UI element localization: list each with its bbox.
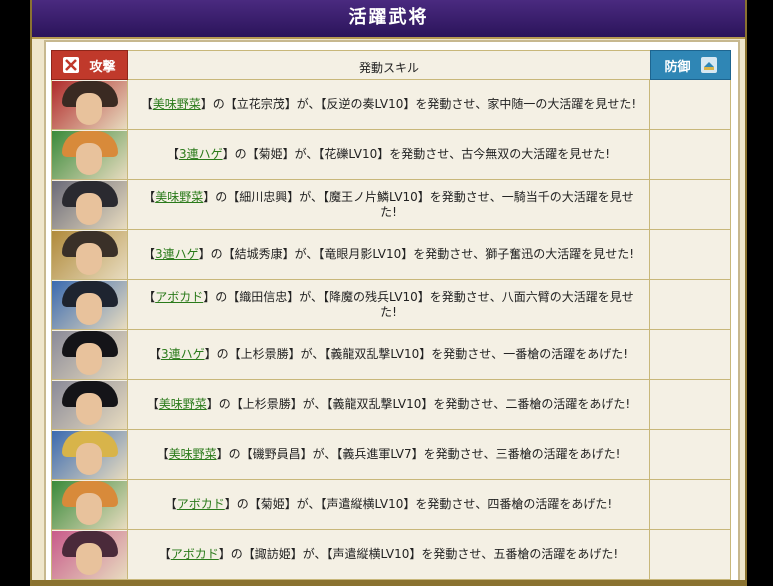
general-portrait-cell	[51, 480, 128, 529]
skill-text: 】の【細川忠興】が、【魔王ノ片鱗LV10】を発動させ、一騎当千の大活躍を見せた!	[203, 189, 634, 219]
skill-text: 】の【菊姫】が、【花礫LV10】を発動させ、古今無双の大活躍を見せた!	[222, 147, 611, 161]
general-portrait-cell	[51, 430, 128, 479]
bracket-open: 【	[143, 189, 156, 204]
bracket-open: 【	[166, 147, 179, 161]
general-portrait-cell	[51, 530, 128, 579]
table-row: 【3連ハゲ】の【結城秀康】が、【竜眼月影LV10】を発動させ、獅子奮迅の大活躍を…	[51, 230, 731, 280]
table-row: 【アボカド】の【諏訪姫】が、【声遣縦横LV10】を発動させ、五番槍の活躍をあげた…	[51, 530, 731, 580]
skill-text: 】の【磯野員昌】が、【義兵進軍LV7】を発動させ、三番槍の活躍をあげた!	[216, 447, 621, 461]
general-portrait[interactable]	[52, 430, 127, 479]
defense-cell	[650, 530, 731, 579]
active-generals-table: 攻撃 発動スキル 防御 【美味野菜】の【立花宗茂】が、【反逆の奏LV10】を発動…	[51, 50, 731, 580]
window-frame: 活躍武将 攻撃 発動スキル 防御 【美味野菜】の【立花宗茂】が、【反逆の奏LV1…	[30, 0, 747, 586]
bracket-open: 【	[156, 447, 169, 461]
table-row: 【3連ハゲ】の【菊姫】が、【花礫LV10】を発動させ、古今無双の大活躍を見せた!	[51, 130, 731, 180]
table-header: 攻撃 発動スキル 防御	[51, 50, 731, 80]
general-portrait[interactable]	[52, 80, 127, 129]
bracket-open: 【	[164, 497, 177, 511]
bracket-open: 【	[143, 289, 156, 304]
skill-text: 】の【上杉景勝】が、【義龍双乱撃LV10】を発動させ、二番槍の活躍をあげた!	[206, 397, 631, 411]
skill-text: 】の【立花宗茂】が、【反逆の奏LV10】を発動させ、家中随一の大活躍を見せた!	[200, 97, 637, 111]
general-portrait[interactable]	[52, 280, 127, 329]
skill-text: 】の【結城秀康】が、【竜眼月影LV10】を発動させ、獅子奮迅の大活躍を見せた!	[198, 247, 635, 261]
table-row: 【美味野菜】の【細川忠興】が、【魔王ノ片鱗LV10】を発動させ、一騎当千の大活躍…	[51, 180, 731, 230]
skill-text: 】の【上杉景勝】が、【義龍双乱撃LV10】を発動させ、一番槍の活躍をあげた!	[204, 347, 629, 361]
bracket-open: 【	[158, 547, 171, 561]
player-link[interactable]: 美味野菜	[153, 97, 201, 111]
attack-header: 攻撃	[51, 50, 128, 80]
skill-header: 発動スキル	[128, 50, 650, 80]
bracket-open: 【	[148, 347, 161, 361]
player-link[interactable]: 3連ハゲ	[179, 147, 223, 161]
skill-description: 【アボカド】の【織田信忠】が、【降魔の残兵LV10】を発動させ、八面六臂の大活躍…	[128, 280, 650, 329]
general-portrait-cell	[51, 330, 128, 379]
swords-icon	[63, 57, 80, 73]
content-panel: 攻撃 発動スキル 防御 【美味野菜】の【立花宗茂】が、【反逆の奏LV10】を発動…	[44, 40, 740, 586]
defense-cell	[650, 330, 731, 379]
bracket-open: 【	[140, 97, 153, 111]
player-link[interactable]: 美味野菜	[159, 397, 207, 411]
player-link[interactable]: アボカド	[171, 547, 219, 561]
window-title: 活躍武将	[32, 0, 745, 39]
general-portrait-cell	[51, 130, 128, 179]
general-portrait-cell	[51, 280, 128, 329]
player-link[interactable]: 美味野菜	[155, 190, 203, 204]
skill-text: 】の【織田信忠】が、【降魔の残兵LV10】を発動させ、八面六臂の大活躍を見せた!	[203, 289, 634, 319]
skill-description: 【アボカド】の【諏訪姫】が、【声遣縦横LV10】を発動させ、五番槍の活躍をあげた…	[128, 530, 650, 579]
defense-label: 防御	[664, 59, 691, 75]
defense-cell	[650, 180, 731, 229]
general-portrait[interactable]	[52, 530, 127, 579]
skill-description: 【アボカド】の【菊姫】が、【声遣縦横LV10】を発動させ、四番槍の活躍をあげた!	[128, 480, 650, 529]
general-portrait[interactable]	[52, 480, 127, 529]
defense-cell	[650, 480, 731, 529]
skill-description: 【美味野菜】の【磯野員昌】が、【義兵進軍LV7】を発動させ、三番槍の活躍をあげた…	[128, 430, 650, 479]
general-portrait[interactable]	[52, 330, 127, 379]
general-portrait-cell	[51, 180, 128, 229]
general-portrait[interactable]	[52, 130, 127, 179]
table-row: 【アボカド】の【織田信忠】が、【降魔の残兵LV10】を発動させ、八面六臂の大活躍…	[51, 280, 731, 330]
shield-icon	[700, 57, 717, 73]
defense-cell	[650, 80, 731, 129]
table-row: 【3連ハゲ】の【上杉景勝】が、【義龍双乱撃LV10】を発動させ、一番槍の活躍をあ…	[51, 330, 731, 380]
skill-text: 】の【菊姫】が、【声遣縦横LV10】を発動させ、四番槍の活躍をあげた!	[224, 497, 613, 511]
table-row: 【美味野菜】の【立花宗茂】が、【反逆の奏LV10】を発動させ、家中随一の大活躍を…	[51, 80, 731, 130]
skill-description: 【美味野菜】の【細川忠興】が、【魔王ノ片鱗LV10】を発動させ、一騎当千の大活躍…	[128, 180, 650, 229]
defense-cell	[650, 130, 731, 179]
frame-bottom-bar	[32, 580, 745, 586]
bracket-open: 【	[142, 247, 155, 261]
bracket-open: 【	[146, 397, 159, 411]
player-link[interactable]: アボカド	[177, 497, 225, 511]
general-portrait-cell	[51, 80, 128, 129]
defense-cell	[650, 230, 731, 279]
player-link[interactable]: 美味野菜	[169, 447, 217, 461]
defense-header: 防御	[650, 50, 731, 80]
skill-description: 【美味野菜】の【立花宗茂】が、【反逆の奏LV10】を発動させ、家中随一の大活躍を…	[128, 80, 650, 129]
table-row: 【美味野菜】の【上杉景勝】が、【義龍双乱撃LV10】を発動させ、二番槍の活躍をあ…	[51, 380, 731, 430]
skill-description: 【3連ハゲ】の【結城秀康】が、【竜眼月影LV10】を発動させ、獅子奮迅の大活躍を…	[128, 230, 650, 279]
player-link[interactable]: 3連ハゲ	[161, 347, 205, 361]
general-portrait[interactable]	[52, 380, 127, 429]
skill-text: 】の【諏訪姫】が、【声遣縦横LV10】を発動させ、五番槍の活躍をあげた!	[218, 547, 619, 561]
general-portrait[interactable]	[52, 230, 127, 279]
general-portrait[interactable]	[52, 180, 127, 229]
general-portrait-cell	[51, 230, 128, 279]
player-link[interactable]: アボカド	[155, 290, 203, 304]
attack-label: 攻撃	[89, 59, 116, 75]
skill-description: 【3連ハゲ】の【菊姫】が、【花礫LV10】を発動させ、古今無双の大活躍を見せた!	[128, 130, 650, 179]
table-row: 【アボカド】の【菊姫】が、【声遣縦横LV10】を発動させ、四番槍の活躍をあげた!	[51, 480, 731, 530]
skill-description: 【3連ハゲ】の【上杉景勝】が、【義龍双乱撃LV10】を発動させ、一番槍の活躍をあ…	[128, 330, 650, 379]
defense-cell	[650, 280, 731, 329]
defense-cell	[650, 380, 731, 429]
table-row: 【美味野菜】の【磯野員昌】が、【義兵進軍LV7】を発動させ、三番槍の活躍をあげた…	[51, 430, 731, 480]
general-portrait-cell	[51, 380, 128, 429]
player-link[interactable]: 3連ハゲ	[155, 247, 199, 261]
skill-description: 【美味野菜】の【上杉景勝】が、【義龍双乱撃LV10】を発動させ、二番槍の活躍をあ…	[128, 380, 650, 429]
defense-cell	[650, 430, 731, 479]
